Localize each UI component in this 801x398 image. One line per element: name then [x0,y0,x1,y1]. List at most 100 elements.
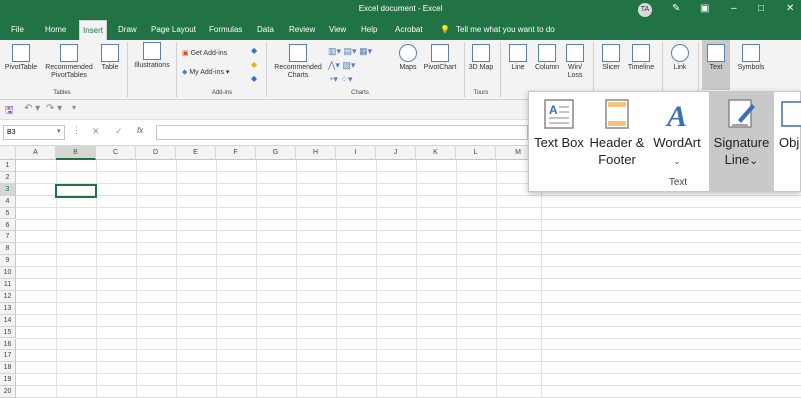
header-footer-label: Header & Footer [589,135,645,167]
illustrations-button[interactable]: Illustrations [131,42,173,70]
recommended-charts-button[interactable]: Recommended Charts [270,44,326,80]
header-footer-button[interactable]: Header & Footer [587,92,647,192]
get-addins-button[interactable]: ▣ Get Add-ins [182,49,227,57]
tables-group-label: Tables [53,90,71,96]
addin-icons[interactable]: ◆ ◆ ◆ [251,44,257,86]
object-button[interactable]: Obj [776,92,801,192]
row-header[interactable]: 4 [0,195,16,208]
chevron-down-icon: ⌄ [749,155,759,167]
close-icon[interactable]: ✕ [786,3,794,15]
name-box-dropdown-icon[interactable]: ▾ [57,127,61,135]
column-header[interactable]: E [176,146,216,160]
row-header[interactable]: 13 [0,302,16,315]
sparkline-column-icon [538,44,556,62]
symbols-button[interactable]: Symbols [734,44,768,72]
row-header[interactable]: 5 [0,207,16,220]
timeline-button[interactable]: Timeline [625,44,657,72]
row-header[interactable]: 20 [0,386,16,398]
maps-button[interactable]: Maps [395,44,421,72]
row-header[interactable]: 9 [0,255,16,268]
text-box-button[interactable]: A Text Box [529,92,589,192]
signature-line-button[interactable]: Signature Line⌄ [709,92,774,192]
row-header[interactable]: 10 [0,267,16,279]
column-header[interactable]: H [296,146,336,160]
link-button[interactable]: Link [667,44,693,72]
column-header[interactable]: B [56,146,96,160]
3d-map-button[interactable]: 3D Map [468,44,494,72]
pivotchart-button[interactable]: PivotChart [421,44,459,72]
formula-input[interactable] [156,125,528,140]
gridline [16,278,801,279]
title-bar: Excel document - Excel TA ✎ ▣ – □ ✕ [0,0,801,20]
row-header[interactable]: 12 [0,290,16,303]
tab-review[interactable]: Review [289,20,315,40]
row-header[interactable]: 2 [0,171,16,184]
column-header[interactable]: I [336,146,376,160]
tab-help[interactable]: Help [361,20,377,40]
row-header[interactable]: 11 [0,279,16,291]
insert-function-button[interactable]: fx [137,126,143,135]
tab-insert[interactable]: Insert [79,20,108,40]
tab-view[interactable]: View [329,20,346,40]
undo-icon[interactable]: ↶ ▾ [24,103,40,114]
tab-acrobat[interactable]: Acrobat [395,20,423,40]
row-header[interactable]: 8 [0,243,16,256]
tab-home[interactable]: Home [45,20,66,40]
table-button[interactable]: Table [98,44,122,72]
tell-me-search[interactable]: Tell me what you want to do [456,20,555,40]
minimize-icon[interactable]: – [731,3,737,15]
row-header[interactable]: 6 [0,219,16,232]
separator [176,42,177,97]
enter-icon[interactable]: ✓ [115,126,123,137]
pivottable-button[interactable]: PivotTable [4,44,38,72]
slicer-button[interactable]: Slicer [598,44,624,72]
tab-page-layout[interactable]: Page Layout [151,20,196,40]
recommended-pivottables-button[interactable]: Recommended PivotTables [42,44,96,80]
text-button[interactable]: Text [702,40,730,90]
row-header[interactable]: 16 [0,338,16,351]
select-all-corner[interactable] [0,146,16,160]
tab-file[interactable]: File [11,20,24,40]
tab-draw[interactable]: Draw [118,20,137,40]
sparkline-line-label: Line [511,64,525,71]
column-header[interactable]: L [456,146,496,160]
sparkline-column-button[interactable]: Column [532,44,562,72]
column-header[interactable]: G [256,146,296,160]
wordart-icon: A [665,100,687,130]
sparkline-line-button[interactable]: Line [505,44,531,72]
user-avatar[interactable]: TA [638,3,652,17]
recommended-pivottables-icon [60,44,78,62]
maps-label: Maps [399,64,417,71]
active-cell-b3[interactable] [55,184,97,198]
sparkline-winloss-button[interactable]: Win/ Loss [563,44,587,80]
column-header[interactable]: D [136,146,176,160]
ribbon-display-icon[interactable]: ▣ [700,3,709,15]
row-header[interactable]: 17 [0,350,16,363]
column-header[interactable]: F [216,146,256,160]
my-addins-button[interactable]: ◆ My Add-ins ▾ [182,68,229,76]
row-header[interactable]: 15 [0,326,16,339]
cancel-icon[interactable]: ✕ [92,126,100,137]
column-header[interactable]: J [376,146,416,160]
row-header[interactable]: 3 [0,183,16,196]
row-header[interactable]: 18 [0,362,16,375]
3d-map-label: 3D Map [468,64,494,71]
column-header[interactable]: C [96,146,136,160]
column-header[interactable]: A [16,146,56,160]
customize-qat-icon[interactable]: ▾ [72,103,76,112]
pen-icon[interactable]: ✎ [672,3,680,15]
row-header[interactable]: 14 [0,314,16,327]
row-header[interactable]: 1 [0,160,16,172]
row-header[interactable]: 19 [0,374,16,387]
maximize-icon[interactable]: □ [758,3,764,15]
pivotchart-icon [431,44,449,62]
name-box[interactable]: B3 [3,125,65,140]
tab-formulas[interactable]: Formulas [209,20,242,40]
chart-type-buttons[interactable]: ▥▾ ▤▾ ▦▾ ⋀▾ ▨▾ ◔▾ ⁘▾ [328,44,372,86]
row-header[interactable]: 7 [0,231,16,244]
save-icon[interactable]: 🖫 [5,103,14,120]
more-options-icon: ⋮ [72,125,81,135]
column-header[interactable]: K [416,146,456,160]
redo-icon[interactable]: ↷ ▾ [46,103,62,114]
tab-data[interactable]: Data [257,20,274,40]
